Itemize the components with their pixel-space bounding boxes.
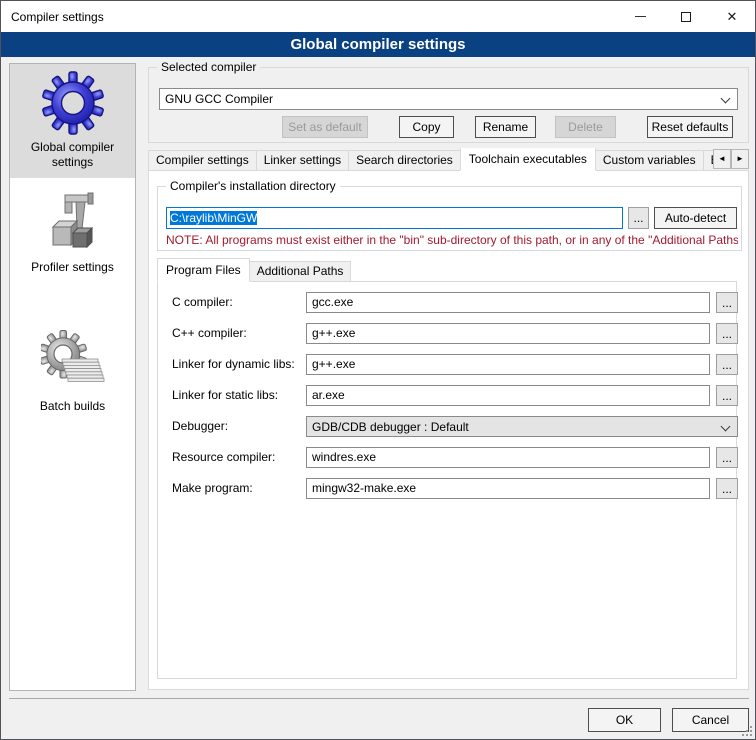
field-label: Linker for static libs: [172, 385, 278, 406]
installation-directory-group: Compiler's installation directory C:\ray… [157, 186, 742, 251]
minimize-icon [635, 16, 646, 17]
maximize-button[interactable] [663, 1, 709, 32]
note-text: NOTE: All programs must exist either in … [166, 233, 738, 247]
tab-custom-variables[interactable]: Custom variables [595, 150, 704, 171]
tab-linker-settings[interactable]: Linker settings [256, 150, 349, 171]
field-label: C++ compiler: [172, 323, 247, 344]
tab-search-directories[interactable]: Search directories [348, 150, 461, 171]
field-label: C compiler: [172, 292, 233, 313]
reset-defaults-button[interactable]: Reset defaults [647, 116, 733, 138]
field-row-debugger: Debugger: GDB/CDB debugger : Default [158, 416, 736, 438]
make-program-input[interactable]: mingw32-make.exe [306, 478, 710, 499]
resource-compiler-input[interactable]: windres.exe [306, 447, 710, 468]
maximize-icon [681, 12, 691, 22]
toolchain-executables-panel: Compiler's installation directory C:\ray… [148, 170, 749, 690]
group-label: Selected compiler [157, 60, 260, 74]
compiler-settings-dialog: Compiler settings ✕ Global compiler sett… [0, 0, 756, 740]
browse-resource-compiler-button[interactable]: ... [716, 447, 738, 468]
browse-dynamic-linker-button[interactable]: ... [716, 354, 738, 375]
sidebar-item-batch-builds[interactable]: Batch builds [10, 323, 135, 422]
compiler-select[interactable]: GNU GCC Compiler [159, 88, 738, 110]
field-row-c-compiler: C compiler: gcc.exe ... [158, 292, 736, 314]
tab-scroll-left-button[interactable]: ◄ [713, 149, 731, 169]
field-row-make-program: Make program: mingw32-make.exe ... [158, 478, 736, 500]
sidebar-item-label: Batch builds [13, 399, 132, 414]
field-row-dynamic-linker: Linker for dynamic libs: g++.exe ... [158, 354, 736, 376]
selected-compiler-group: Selected compiler GNU GCC Compiler Set a… [148, 67, 749, 143]
group-label: Compiler's installation directory [166, 179, 340, 193]
tab-scroll-right-button[interactable]: ► [731, 149, 749, 169]
copy-button[interactable]: Copy [399, 116, 454, 138]
sidebar-item-global-compiler-settings[interactable]: Global compiler settings [10, 64, 135, 178]
field-row-cpp-compiler: C++ compiler: g++.exe ... [158, 323, 736, 345]
auto-detect-button[interactable]: Auto-detect [654, 207, 737, 229]
chevron-down-icon [721, 94, 731, 104]
field-label: Resource compiler: [172, 447, 275, 468]
settings-sidebar: Global compiler settings Profiler settin… [9, 63, 136, 691]
browse-static-linker-button[interactable]: ... [716, 385, 738, 406]
browse-make-program-button[interactable]: ... [716, 478, 738, 499]
tab-compiler-settings[interactable]: Compiler settings [148, 150, 257, 171]
browse-cpp-compiler-button[interactable]: ... [716, 323, 738, 344]
program-files-page: C compiler: gcc.exe ... C++ compiler: g+… [157, 281, 737, 679]
close-button[interactable]: ✕ [709, 1, 755, 32]
chevron-down-icon [721, 422, 731, 432]
page-title: Global compiler settings [1, 32, 755, 57]
main-tab-strip: Compiler settings Linker settings Search… [148, 148, 714, 171]
minimize-button[interactable] [617, 1, 663, 32]
cancel-button[interactable]: Cancel [672, 708, 749, 732]
c-compiler-input[interactable]: gcc.exe [306, 292, 710, 313]
field-label: Make program: [172, 478, 253, 499]
sidebar-item-label: Profiler settings [13, 260, 132, 275]
window-title: Compiler settings [11, 10, 104, 24]
field-label: Debugger: [172, 416, 228, 437]
cpp-compiler-input[interactable]: g++.exe [306, 323, 710, 344]
close-icon: ✕ [727, 10, 738, 23]
static-linker-input[interactable]: ar.exe [306, 385, 710, 406]
browse-c-compiler-button[interactable]: ... [716, 292, 738, 313]
sidebar-item-label: Global compiler settings [13, 140, 132, 170]
sidebar-item-profiler-settings[interactable]: Profiler settings [10, 184, 135, 283]
tab-program-files[interactable]: Program Files [157, 258, 250, 282]
tab-scroll-left-icon: ◄ [718, 154, 726, 163]
rename-button[interactable]: Rename [475, 116, 536, 138]
debugger-select-value: GDB/CDB debugger : Default [312, 420, 469, 434]
set-as-default-button[interactable]: Set as default [282, 116, 368, 138]
files-tab-strip: Program Files Additional Paths [157, 260, 350, 282]
installation-directory-input[interactable]: C:\raylib\MinGW [166, 207, 623, 229]
footer-divider [9, 698, 749, 699]
tab-scroll-right-icon: ► [736, 154, 744, 163]
profiler-caliper-icon [41, 191, 105, 255]
title-bar: Compiler settings ✕ [1, 1, 755, 32]
field-row-static-linker: Linker for static libs: ar.exe ... [158, 385, 736, 407]
batch-builds-icon [41, 330, 105, 394]
debugger-select[interactable]: GDB/CDB debugger : Default [306, 416, 738, 437]
resize-grip[interactable] [742, 726, 752, 736]
ok-button[interactable]: OK [588, 708, 661, 732]
compiler-select-value: GNU GCC Compiler [165, 92, 273, 106]
field-row-resource-compiler: Resource compiler: windres.exe ... [158, 447, 736, 469]
tab-toolchain-executables[interactable]: Toolchain executables [460, 148, 596, 171]
caption-buttons: ✕ [617, 1, 755, 32]
browse-directory-button[interactable]: ... [628, 207, 649, 229]
delete-button[interactable]: Delete [555, 116, 616, 138]
dynamic-linker-input[interactable]: g++.exe [306, 354, 710, 375]
blue-gear-icon [41, 71, 105, 135]
selected-text: C:\raylib\MinGW [170, 211, 257, 225]
field-label: Linker for dynamic libs: [172, 354, 295, 375]
tab-additional-paths[interactable]: Additional Paths [249, 261, 352, 282]
